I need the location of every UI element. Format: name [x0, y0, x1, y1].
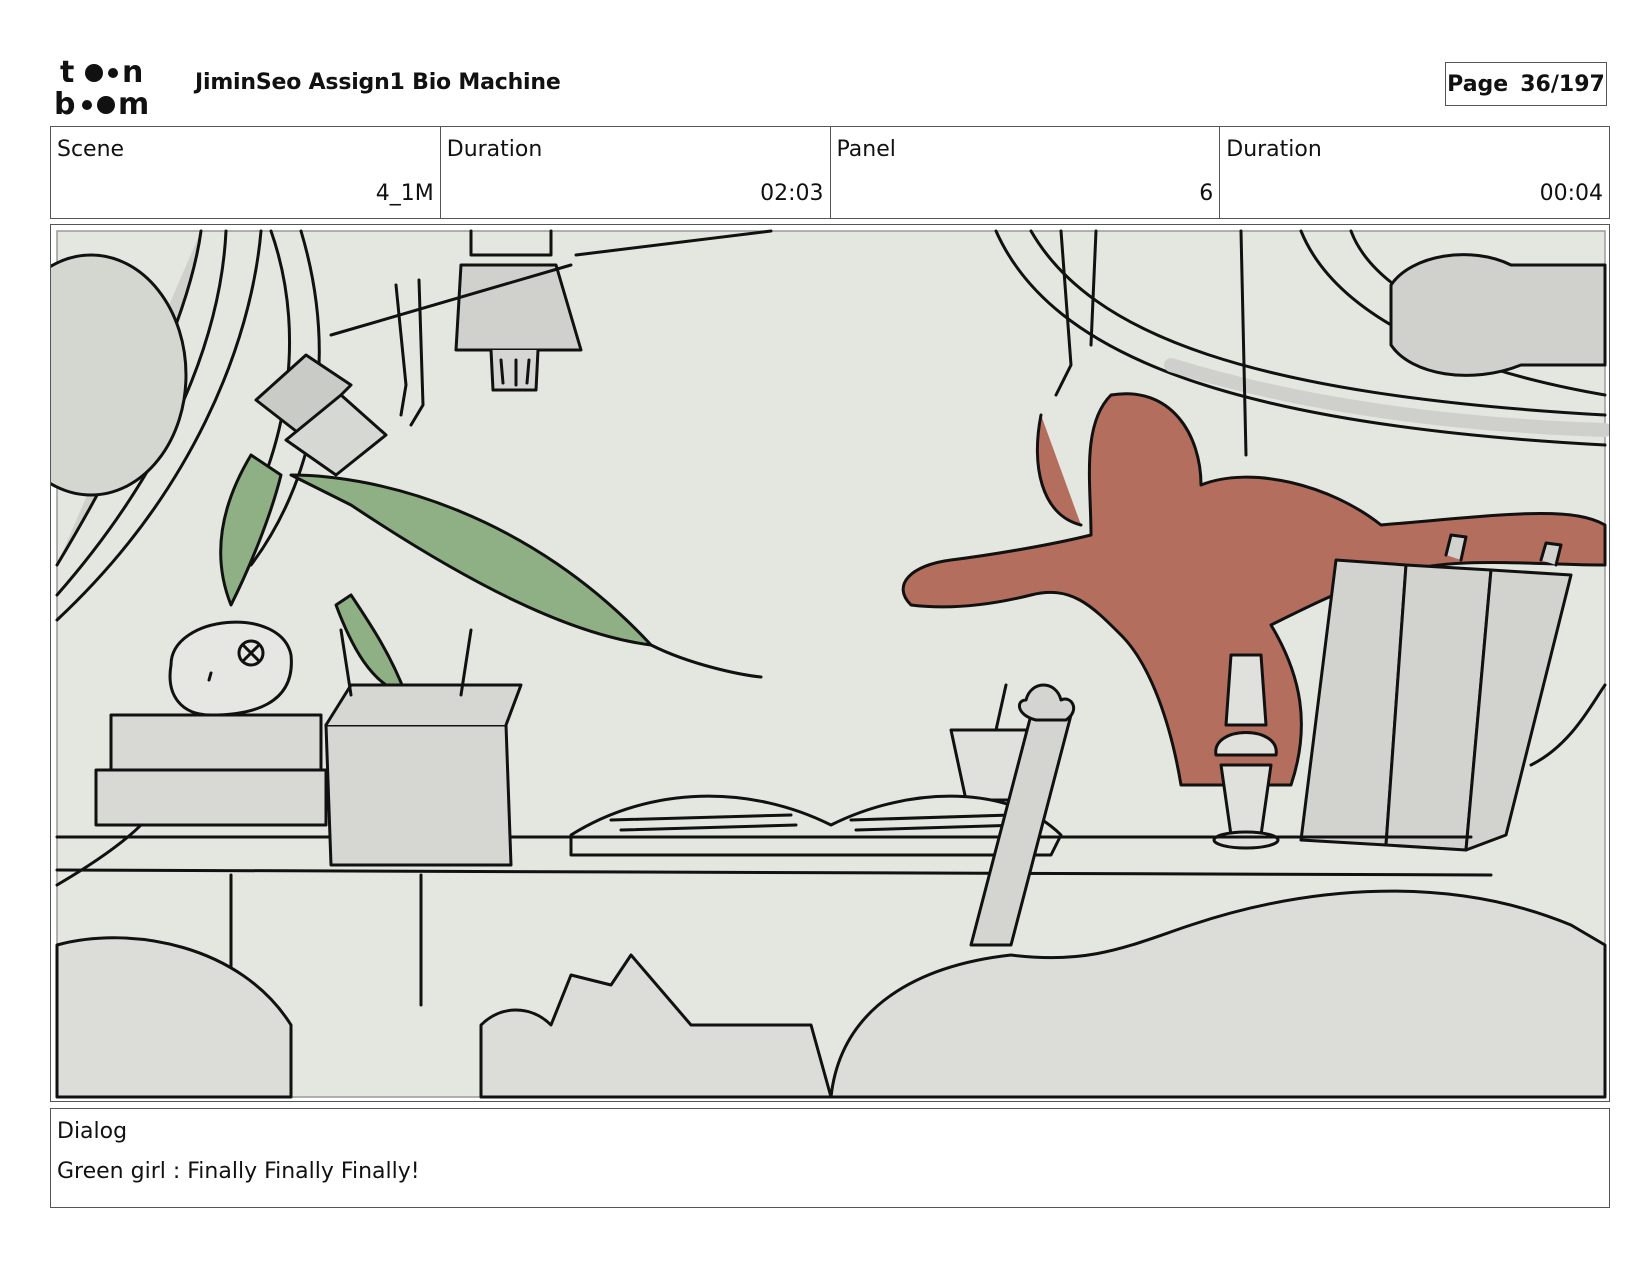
page-indicator: Page 36/197: [1445, 62, 1607, 106]
svg-text:b: b: [54, 87, 75, 118]
scene-value: 4_1M: [375, 181, 434, 206]
scene-cell: Scene 4_1M: [51, 127, 441, 218]
svg-text:t: t: [60, 55, 74, 90]
document-title: JiminSeo Assign1 Bio Machine: [195, 70, 561, 95]
skull: [168, 620, 293, 717]
storyboard-panel-image: [50, 224, 1610, 1102]
dialog-label: Dialog: [57, 1119, 128, 1144]
panel-label: Panel: [836, 137, 896, 162]
storyboard-sketch: [51, 229, 1609, 1099]
dialog-text: Green girl : Finally Finally Finally!: [57, 1159, 420, 1184]
panel-info-row: Scene 4_1M Duration 02:03 Panel 6 Durati…: [50, 126, 1610, 219]
panel-cell: Panel 6: [831, 127, 1221, 218]
svg-text:n: n: [122, 55, 143, 90]
scene-duration-value: 02:03: [760, 181, 824, 206]
toon-boom-logo: t n b m: [54, 54, 172, 122]
svg-text:m: m: [118, 87, 149, 118]
scene-duration-cell: Duration 02:03: [441, 127, 831, 218]
panel-duration-label: Duration: [1226, 137, 1322, 162]
page-number: 36/197: [1520, 71, 1605, 97]
dialog-box: Dialog Green girl : Finally Finally Fina…: [50, 1108, 1610, 1208]
panel-value: 6: [1199, 181, 1214, 206]
page-label: Page: [1447, 71, 1509, 97]
scene-label: Scene: [57, 137, 125, 162]
panel-duration-value: 00:04: [1539, 181, 1603, 206]
books-left: [94, 713, 328, 827]
scene-duration-label: Duration: [446, 137, 543, 162]
panel-duration-cell: Duration 00:04: [1220, 127, 1609, 218]
